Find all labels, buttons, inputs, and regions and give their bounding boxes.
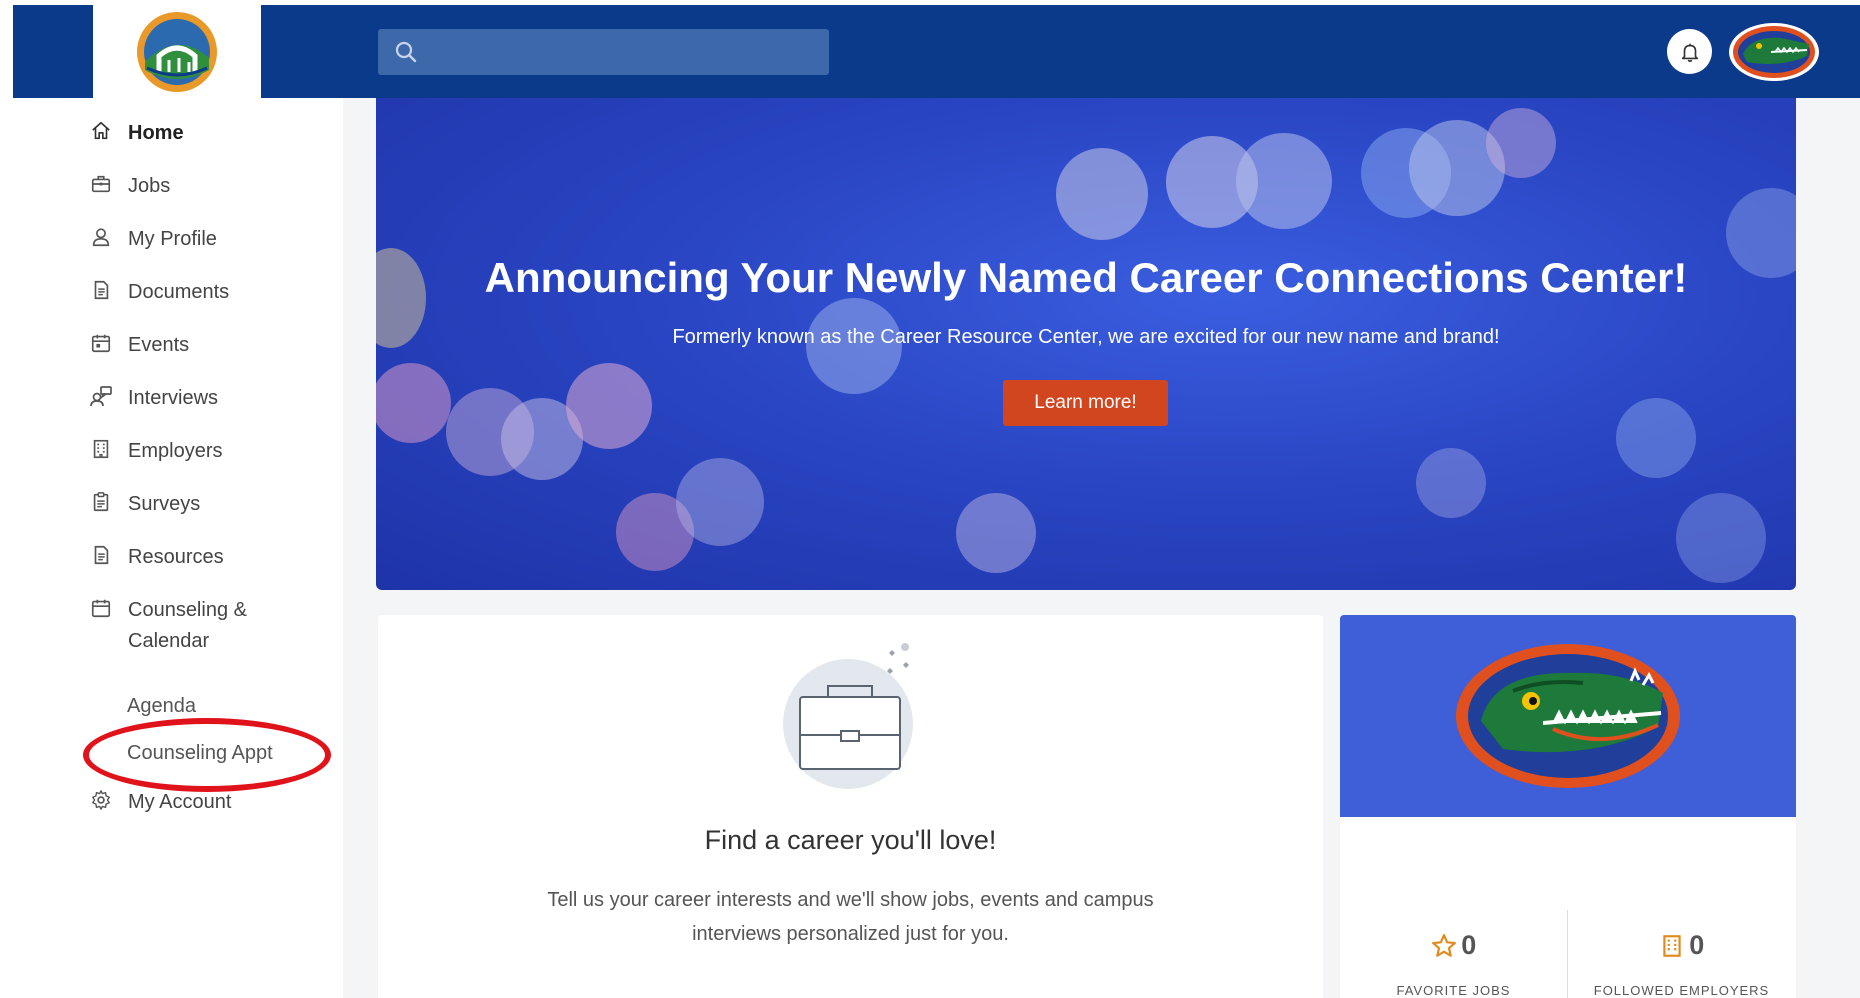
profile-banner xyxy=(1340,615,1796,817)
sidebar-item-label: My Profile xyxy=(128,228,217,250)
bokeh-circle xyxy=(1056,148,1148,240)
document-icon xyxy=(88,277,114,303)
notifications-button[interactable] xyxy=(1667,29,1712,74)
bokeh-circle xyxy=(1486,108,1556,178)
sidebar-item-my-profile[interactable]: My Profile xyxy=(88,224,217,255)
sidebar-item-employers[interactable]: Employers xyxy=(88,436,222,467)
sidebar-item-label: Jobs xyxy=(128,175,171,197)
briefcase-illustration-icon xyxy=(783,643,913,789)
career-interests-card: Find a career you'll love! Tell us your … xyxy=(378,615,1323,998)
favorite-jobs-label: FAVORITE JOBS xyxy=(1396,983,1511,998)
app-logo[interactable] xyxy=(93,5,261,98)
bokeh-circle xyxy=(1416,448,1486,518)
highlight-circle-annotation xyxy=(83,718,331,792)
bokeh-circle xyxy=(1236,133,1332,229)
star-icon xyxy=(1431,933,1456,957)
bokeh-circle xyxy=(1616,398,1696,478)
followed-employers-label: FOLLOWED EMPLOYERS xyxy=(1593,983,1770,998)
app-frame: Home Jobs My Profile Documents Events In… xyxy=(13,5,1860,998)
sidebar-item-label: Resources xyxy=(128,546,224,568)
document-icon xyxy=(88,542,114,568)
clipboard-icon xyxy=(88,489,114,515)
favorite-jobs-count: 0 xyxy=(1461,930,1477,960)
gator-logo-icon xyxy=(1456,644,1680,788)
sidebar-item-label: Surveys xyxy=(128,493,201,515)
building-icon xyxy=(1663,934,1681,957)
briefcase-icon xyxy=(88,171,114,197)
hero-subtitle: Formerly known as the Career Resource Ce… xyxy=(672,326,1500,348)
bokeh-circle xyxy=(956,493,1036,573)
hero-title: Announcing Your Newly Named Career Conne… xyxy=(484,254,1688,301)
bokeh-circle xyxy=(566,363,652,449)
top-bar xyxy=(13,5,1860,98)
career-card-description: Tell us your career interests and we'll … xyxy=(547,889,1154,945)
sidebar-item-home[interactable]: Home xyxy=(88,118,184,149)
sidebar-subitem-agenda[interactable]: Agenda xyxy=(127,695,196,718)
calendar-icon xyxy=(88,595,114,621)
person-icon xyxy=(88,224,114,250)
calendar-icon xyxy=(88,330,114,356)
favorite-jobs-stat[interactable]: 0 FAVORITE JOBS xyxy=(1340,930,1567,998)
interview-icon xyxy=(88,383,114,409)
bokeh-circle xyxy=(676,458,764,546)
hero-banner: Announcing Your Newly Named Career Conne… xyxy=(376,98,1796,590)
home-icon xyxy=(88,118,114,144)
sidebar-item-label: Interviews xyxy=(128,387,219,409)
search-input[interactable] xyxy=(378,29,829,75)
sidebar-item-resources[interactable]: Resources xyxy=(88,542,224,573)
sidebar-item-label: Events xyxy=(128,334,190,356)
gator-avatar-icon xyxy=(1733,26,1815,78)
sidebar-item-events[interactable]: Events xyxy=(88,330,189,361)
search-icon xyxy=(395,41,417,63)
sidebar-item-counseling-calendar[interactable]: Counseling & Calendar xyxy=(88,595,247,657)
followed-employers-stat[interactable]: 0 FOLLOWED EMPLOYERS xyxy=(1568,930,1795,998)
sidebar-item-documents[interactable]: Documents xyxy=(88,277,229,308)
sidebar: Home Jobs My Profile Documents Events In… xyxy=(13,98,343,998)
profile-stats-card: 0 FAVORITE JOBS 0 FOLLOWED EMPLOYERS xyxy=(1340,615,1796,998)
sidebar-item-label: Employers xyxy=(128,440,223,462)
sidebar-item-label: Counseling & Calendar xyxy=(128,599,247,652)
followed-employers-count: 0 xyxy=(1689,930,1705,960)
sidebar-item-label: Documents xyxy=(128,281,230,303)
user-avatar[interactable] xyxy=(1729,23,1819,81)
sidebar-item-surveys[interactable]: Surveys xyxy=(88,489,200,520)
sidebar-item-jobs[interactable]: Jobs xyxy=(88,171,170,202)
career-center-logo-icon xyxy=(137,11,217,92)
sidebar-item-interviews[interactable]: Interviews xyxy=(88,383,218,414)
bell-icon xyxy=(1681,43,1698,62)
building-icon xyxy=(88,436,114,462)
learn-more-button[interactable]: Learn more! xyxy=(1003,380,1168,426)
sidebar-item-label: Home xyxy=(128,122,184,144)
bokeh-circle xyxy=(376,363,451,443)
career-card-title: Find a career you'll love! xyxy=(704,825,997,855)
gear-icon xyxy=(88,787,114,813)
bokeh-circle xyxy=(1676,493,1766,583)
